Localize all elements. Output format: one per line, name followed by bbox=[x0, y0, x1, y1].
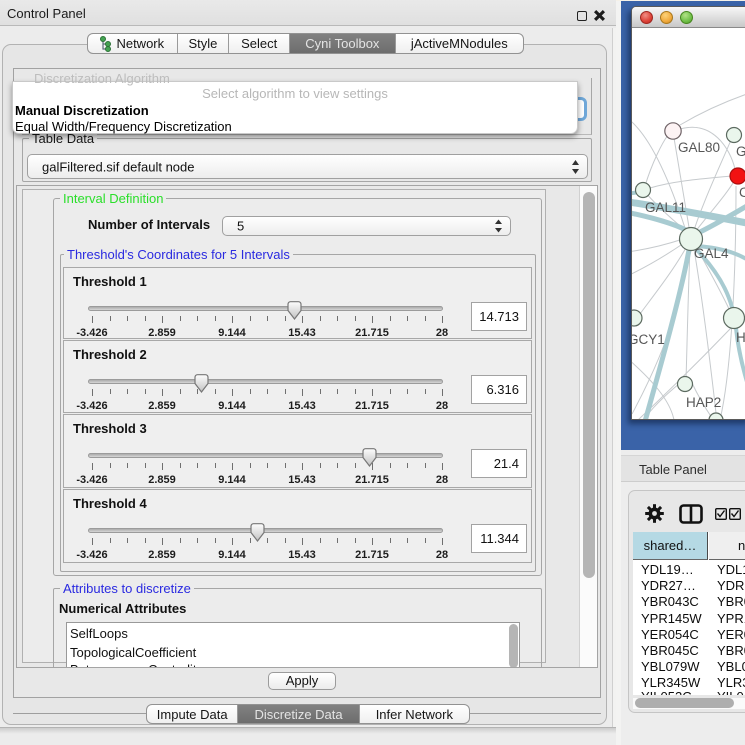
svg-text:GAL80: GAL80 bbox=[678, 140, 720, 155]
svg-text:C: C bbox=[739, 185, 745, 200]
svg-text:GA: GA bbox=[736, 144, 745, 159]
svg-text:H: H bbox=[736, 330, 745, 345]
svg-text:GAL11: GAL11 bbox=[645, 200, 686, 215]
svg-text:GAL4: GAL4 bbox=[694, 246, 729, 261]
svg-text:HAP2: HAP2 bbox=[686, 395, 721, 410]
svg-text:GCY1: GCY1 bbox=[632, 332, 665, 347]
